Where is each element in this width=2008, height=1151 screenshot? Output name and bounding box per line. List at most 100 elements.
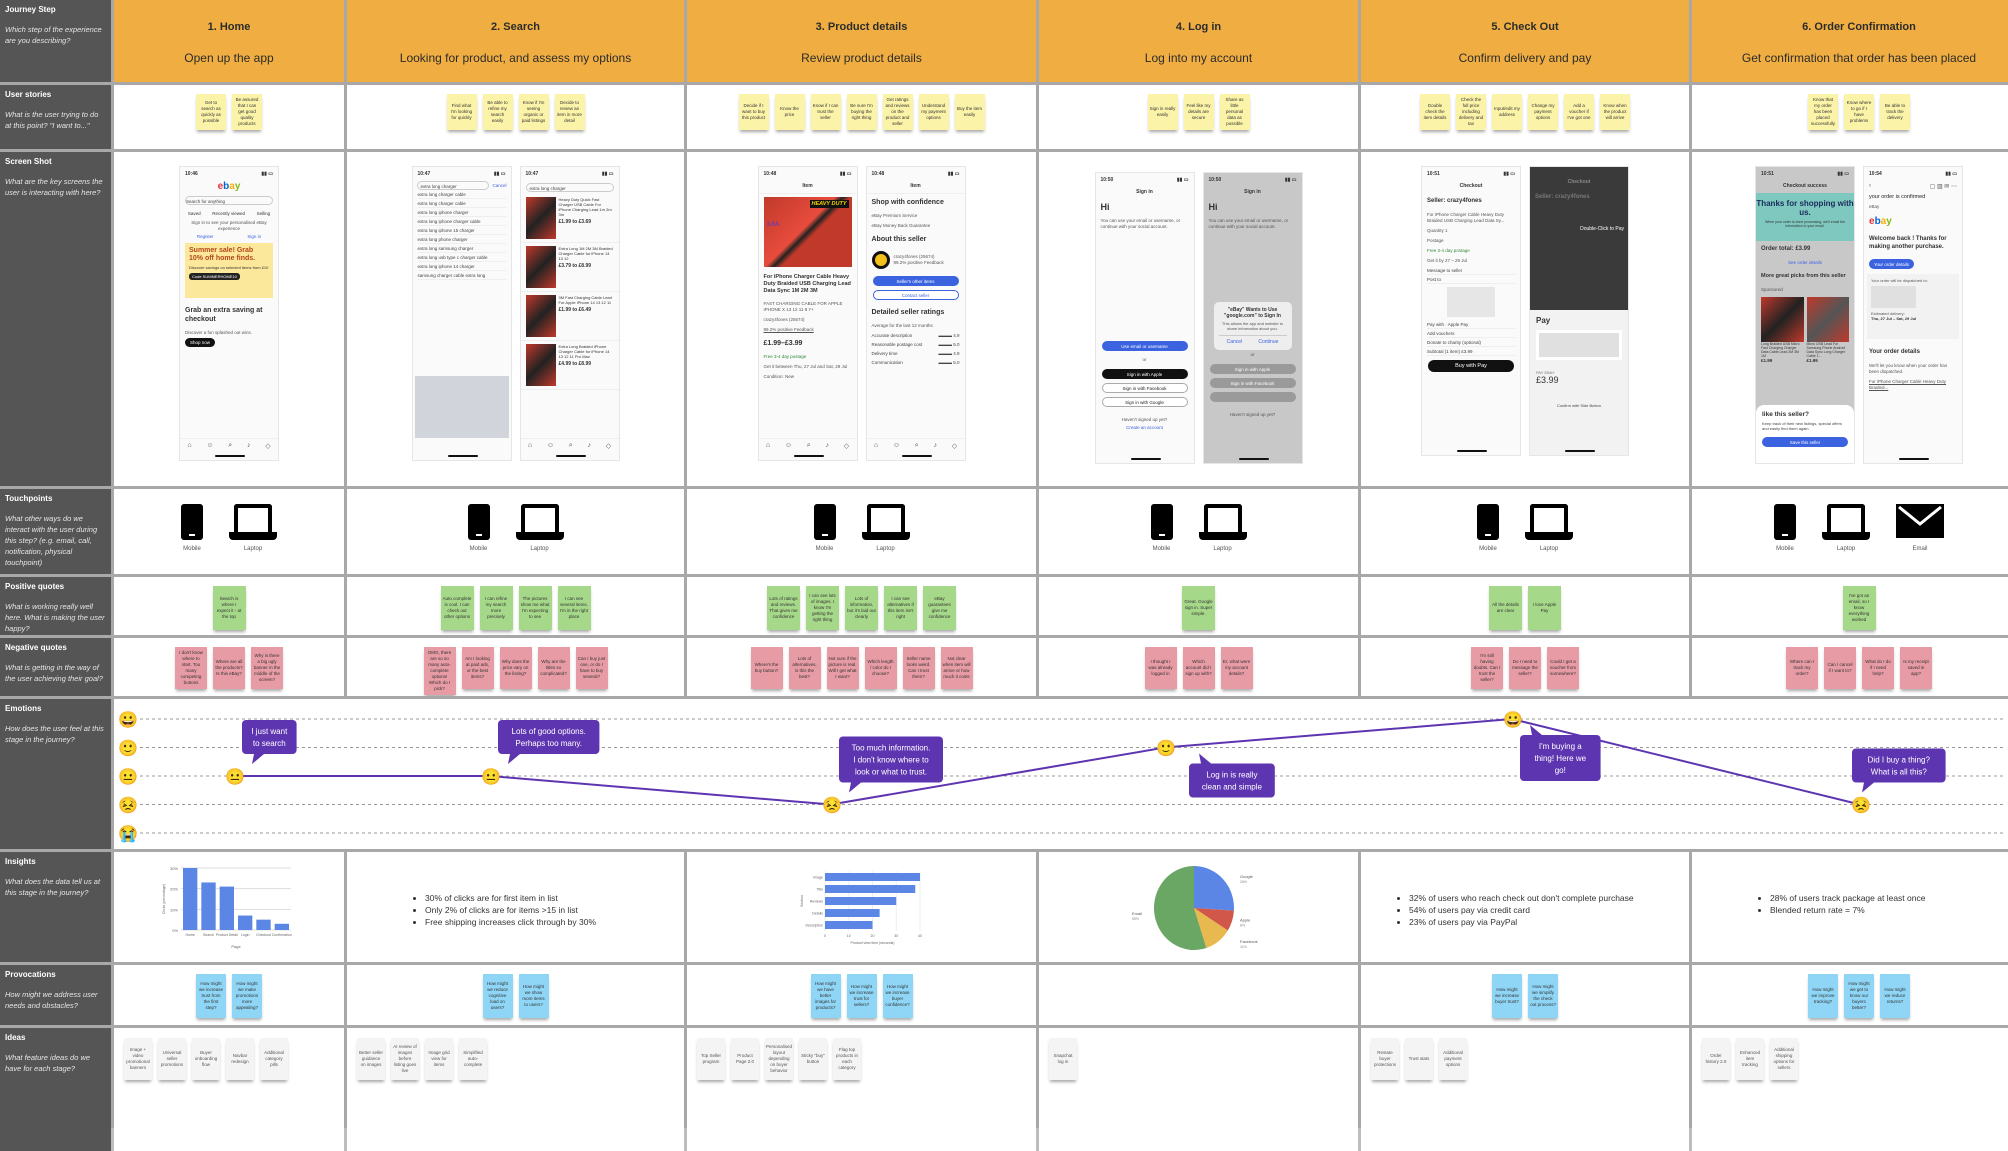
red-sticky-note[interactable]: Could I get a voucher from somewhere? — [1547, 647, 1579, 689]
green-sticky-note[interactable]: Lots of information, but it's laid out c… — [845, 586, 878, 630]
search-input[interactable]: extra long charger — [525, 183, 614, 192]
confidence-item[interactable]: eBay Premium Service — [867, 211, 965, 221]
post-to-row[interactable]: Post to — [1427, 275, 1515, 284]
blue-sticky-note[interactable]: How might we get to know our buyers bett… — [1844, 974, 1874, 1018]
white-sticky-note[interactable]: Simplified auto-complete — [459, 1038, 487, 1080]
buy-with-apple-pay-button[interactable]: Buy with Pay — [1428, 360, 1514, 372]
autocomplete-suggestion[interactable]: extra long charger cable — [417, 190, 506, 199]
green-sticky-note[interactable]: Great. Google sign in. Super simple. — [1182, 586, 1215, 630]
white-sticky-note[interactable]: Navbar redesign — [226, 1038, 254, 1080]
white-sticky-note[interactable]: Sticky "buy" button — [799, 1038, 827, 1080]
yellow-sticky-note[interactable]: Know if I can trust the seller — [810, 94, 841, 130]
tag-icon[interactable]: ◇ — [606, 442, 611, 450]
back-icon[interactable]: ‹ — [1869, 183, 1871, 190]
green-sticky-note[interactable]: The pictures show me what I'm expecting … — [518, 586, 552, 630]
red-sticky-note[interactable]: Where can I track my order? — [1786, 647, 1818, 689]
dialog-continue-button[interactable]: Continue — [1258, 339, 1278, 345]
red-sticky-note[interactable]: I don't know where to start. Too many co… — [175, 647, 207, 689]
your-order-details-button[interactable]: Your order details — [1869, 259, 1914, 269]
yellow-sticky-note[interactable]: Add a voucher if I've got one — [1564, 94, 1594, 130]
autocomplete-suggestion[interactable]: extra long iphone charger cable — [417, 217, 506, 226]
sign-in-apple-button[interactable]: Sign in with Apple — [1209, 364, 1296, 374]
blue-sticky-note[interactable]: How might we reduce cognitive load on us… — [482, 974, 513, 1018]
sign-in-facebook-button[interactable]: Sign in with Facebook — [1209, 378, 1296, 388]
yellow-sticky-note[interactable]: Change my payment options — [1528, 94, 1558, 130]
search-icon[interactable]: ⌕ — [228, 442, 232, 450]
yellow-sticky-note[interactable]: Decide if I want to buy this product — [738, 94, 769, 130]
white-sticky-note[interactable]: Better seller guidance on images — [357, 1038, 385, 1080]
yellow-sticky-note[interactable]: Feel like my details are secure — [1183, 94, 1214, 130]
blue-sticky-note[interactable]: How might we increase buyer confidence? — [882, 974, 913, 1018]
blue-sticky-note[interactable]: How might we reduce returns? — [1880, 974, 1910, 1018]
tag-icon[interactable]: ◇ — [844, 442, 849, 450]
quantity[interactable]: Quantity 1 — [1422, 226, 1520, 236]
red-sticky-note[interactable]: Where are all the products? Is this eBay… — [213, 647, 245, 689]
search-result[interactable]: 3M Fast Charging Cable Lead For Apple iP… — [520, 292, 619, 341]
red-sticky-note[interactable]: Seller name looks weird. Can I trust the… — [902, 647, 935, 689]
autocomplete-suggestion[interactable]: extra long charger cable — [417, 199, 506, 208]
red-sticky-note[interactable]: Do I need to message the seller? — [1509, 647, 1541, 689]
yellow-sticky-note[interactable]: Input/edit my address — [1492, 94, 1522, 130]
yellow-sticky-note[interactable]: Know if I'm seeing organic or paid listi… — [518, 94, 549, 130]
search-icon[interactable]: ⌕ — [807, 442, 811, 450]
blue-sticky-note[interactable]: How might we increase trust for sellers? — [846, 974, 877, 1018]
tag-icon[interactable]: ◇ — [952, 442, 957, 450]
tag-icon[interactable]: ◇ — [265, 442, 270, 450]
use-email-button[interactable]: Use email or username — [1101, 341, 1188, 351]
seller-feedback[interactable]: 99.2% positive Feedback — [759, 325, 857, 335]
pay-with-row[interactable]: Pay with · Apple Pay — [1427, 320, 1515, 329]
signin-link[interactable]: Sign in — [247, 234, 261, 239]
yellow-sticky-note[interactable]: Get ratings and reviews on the product a… — [882, 94, 913, 130]
yellow-sticky-note[interactable]: Get to search as quickly as possible — [196, 94, 226, 130]
promo-banner[interactable]: Summer sale! Grab 10% off home finds. Di… — [185, 243, 273, 298]
home-icon[interactable]: ⌂ — [187, 442, 191, 449]
yellow-sticky-note[interactable]: Know where to go if I have problems — [1844, 94, 1874, 130]
green-sticky-note[interactable]: Auto complete is cool. I can check out o… — [440, 586, 474, 630]
autocomplete-suggestion[interactable]: samsung charger cable extra long — [417, 271, 506, 280]
red-sticky-note[interactable]: Where's the buy button? — [750, 647, 783, 689]
seller-other-items-button[interactable]: Seller's other items — [872, 276, 959, 286]
register-link[interactable]: Register — [197, 234, 214, 239]
bell-icon[interactable]: ♪ — [587, 442, 591, 449]
yellow-sticky-note[interactable]: Be able to refine my search easily — [482, 94, 513, 130]
red-sticky-note[interactable]: Lots of alternatives, is this the best? — [788, 647, 821, 689]
saved-pill[interactable]: Saved — [188, 211, 201, 216]
pick-card[interactable]: Long Braided USB Micro Fast Charging Cha… — [1761, 297, 1804, 363]
home-icon[interactable]: ⌂ — [874, 442, 878, 449]
autocomplete-suggestion[interactable]: extra long samsung charger — [417, 244, 506, 253]
green-sticky-note[interactable]: eBay guarantees give me confidence — [923, 586, 956, 630]
seller-name[interactable]: crazy4fones (25674) — [759, 315, 857, 325]
order-item-link[interactable]: For iPhone Charger Cable Heavy Duty Brai… — [1864, 377, 1962, 393]
red-sticky-note[interactable]: Not clear when item will arrive or how m… — [940, 647, 973, 689]
yellow-sticky-note[interactable]: Be able to track the delivery — [1880, 94, 1910, 130]
white-sticky-note[interactable]: Image + video promotional banners — [124, 1038, 152, 1080]
green-sticky-note[interactable]: All the details are clear — [1489, 586, 1522, 630]
yellow-sticky-note[interactable]: Share as little personal data as possibl… — [1219, 94, 1250, 130]
white-sticky-note[interactable]: AI review of images before listing goes … — [391, 1038, 419, 1080]
white-sticky-note[interactable]: Enhanced item tracking — [1736, 1038, 1764, 1080]
green-sticky-note[interactable]: Search is where I expect it - at the top — [212, 586, 246, 630]
sign-in-apple-button[interactable]: Sign in with Apple — [1101, 369, 1188, 379]
dialog-cancel-button[interactable]: Cancel — [1227, 339, 1243, 345]
yellow-sticky-note[interactable]: Know that my order has been placed succe… — [1808, 94, 1838, 130]
white-sticky-note[interactable]: Snapchat log in — [1049, 1038, 1077, 1080]
red-sticky-note[interactable]: Which length / color do I choose? — [864, 647, 897, 689]
yellow-sticky-note[interactable]: Find what I'm looking for quickly — [446, 94, 477, 130]
white-sticky-note[interactable]: Personalised layout depending on buyer b… — [765, 1038, 793, 1080]
red-sticky-note[interactable]: OMG, there are so so many auto-complete … — [423, 647, 456, 695]
red-sticky-note[interactable]: Why is there a big ugly banner in the mi… — [251, 647, 283, 689]
search-icon[interactable]: ⌕ — [569, 442, 573, 450]
white-sticky-note[interactable]: Trust stats — [1405, 1038, 1433, 1080]
pick-card[interactable]: Micro USB Lead For Samsung Phone Android… — [1806, 297, 1849, 363]
autocomplete-suggestion[interactable]: extra long usb type c charger cable — [417, 253, 506, 262]
add-voucher-row[interactable]: Add vouchers — [1427, 329, 1515, 338]
confidence-item[interactable]: eBay Money Back Guarantee — [867, 221, 965, 231]
yellow-sticky-note[interactable]: Buy the item easily — [954, 94, 985, 130]
search-input[interactable]: Search for anything — [185, 196, 273, 205]
yellow-sticky-note[interactable]: Check the full price including delivery … — [1456, 94, 1486, 130]
white-sticky-note[interactable]: Universal seller promotions — [158, 1038, 186, 1080]
green-sticky-note[interactable]: I can refine my search more precisely — [479, 586, 513, 630]
autocomplete-suggestion[interactable]: extra long iphone 15 charger — [417, 226, 506, 235]
keyboard[interactable] — [414, 376, 509, 438]
shop-now-button[interactable]: Shop now — [185, 338, 216, 347]
